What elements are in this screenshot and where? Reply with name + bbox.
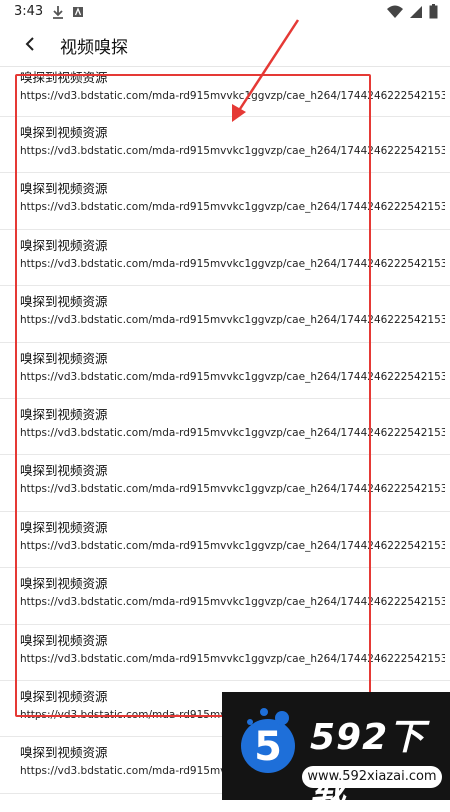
status-icons-right [387, 4, 438, 23]
item-url: https://vd3.bdstatic.com/mda-rd915mvvkc1… [20, 483, 445, 496]
list-item[interactable]: 嗅探到视频资源 https://vd3.bdstatic.com/mda-rd9… [0, 568, 450, 625]
item-title: 嗅探到视频资源 [20, 70, 108, 85]
list-item[interactable]: 嗅探到视频资源 https://vd3.bdstatic.com/mda-rd9… [0, 625, 450, 681]
item-title: 嗅探到视频资源 [20, 181, 108, 197]
wifi-icon [387, 4, 403, 23]
item-title: 嗅探到视频资源 [20, 125, 108, 140]
app-a-icon [72, 4, 84, 23]
item-url: https://vd3.bdstatic.com/mda-rd915mvvkc1… [20, 652, 445, 665]
item-url: https://vd3.bdstatic.com/mda-rd915mvvkc1… [20, 145, 445, 157]
sniffed-resource-list: 嗅探到视频资源 https://vd3.bdstatic.com/mda-rd9… [0, 66, 450, 800]
item-url: https://vd3.bdstatic.com/mda-rd915mvvkc1… [20, 201, 445, 214]
download-icon [52, 4, 64, 23]
item-url: https://vd3.bdstatic.com/mda-rd915mvvkc1… [20, 426, 445, 439]
status-bar: 3:43 [0, 0, 450, 24]
item-url: https://vd3.bdstatic.com/mda-rd915mvvkc1… [20, 314, 445, 327]
status-icons-left [52, 4, 84, 23]
item-title: 嗅探到视频资源 [20, 519, 108, 535]
item-url: https://vd3.bdstatic.com/mda-rd915mvvkc1… [20, 90, 445, 102]
signal-icon [409, 4, 423, 23]
item-title: 嗅探到视频资源 [20, 463, 108, 479]
watermark-site: www.592xiazai.com [302, 766, 442, 788]
item-title: 嗅探到视频资源 [20, 576, 108, 592]
brand-logo-icon: 5 [241, 708, 295, 773]
item-title: 嗅探到视频资源 [20, 294, 108, 310]
list-item[interactable]: 嗅探到视频资源 https://vd3.bdstatic.com/mda-rd9… [0, 399, 450, 456]
battery-icon [429, 4, 438, 23]
list-item[interactable]: 嗅探到视频资源 https://vd3.bdstatic.com/mda-rd9… [0, 173, 450, 230]
app-bar: 视频嗅探 [0, 24, 450, 67]
item-url: https://vd3.bdstatic.com/mda-rd915mvvkc1… [20, 596, 445, 609]
item-title: 嗅探到视频资源 [20, 406, 108, 422]
item-title: 嗅探到视频资源 [20, 632, 108, 648]
brand-logo-digit: 5 [254, 724, 282, 770]
page-title: 视频嗅探 [60, 38, 128, 58]
item-title: 嗅探到视频资源 [20, 350, 108, 366]
item-url: https://vd3.bdstatic.com/mda-rd915mvvkc1… [20, 539, 445, 552]
list-item[interactable]: 嗅探到视频资源 https://vd3.bdstatic.com/mda-rd9… [0, 230, 450, 287]
watermark: 5 592下载 www.592xiazai.com [222, 692, 450, 810]
list-item[interactable]: 嗅探到视频资源 https://vd3.bdstatic.com/mda-rd9… [0, 117, 450, 174]
list-item[interactable]: 嗅探到视频资源 https://vd3.bdstatic.com/mda-rd9… [0, 66, 450, 117]
item-url: https://vd3.bdstatic.com/mda-rd915mvvkc1… [20, 257, 445, 270]
list-item[interactable]: 嗅探到视频资源 https://vd3.bdstatic.com/mda-rd9… [0, 286, 450, 343]
list-item[interactable]: 嗅探到视频资源 https://vd3.bdstatic.com/mda-rd9… [0, 455, 450, 512]
chevron-left-icon [23, 35, 37, 57]
watermark-brand: 592下载 [310, 717, 426, 810]
list-item[interactable]: 嗅探到视频资源 https://vd3.bdstatic.com/mda-rd9… [0, 343, 450, 399]
status-time: 3:43 [14, 4, 44, 19]
item-url: https://vd3.bdstatic.com/mda-rd915mvvkc1… [20, 370, 445, 383]
back-button[interactable] [16, 32, 44, 60]
item-title: 嗅探到视频资源 [20, 237, 108, 253]
list-item[interactable]: 嗅探到视频资源 https://vd3.bdstatic.com/mda-rd9… [0, 512, 450, 569]
